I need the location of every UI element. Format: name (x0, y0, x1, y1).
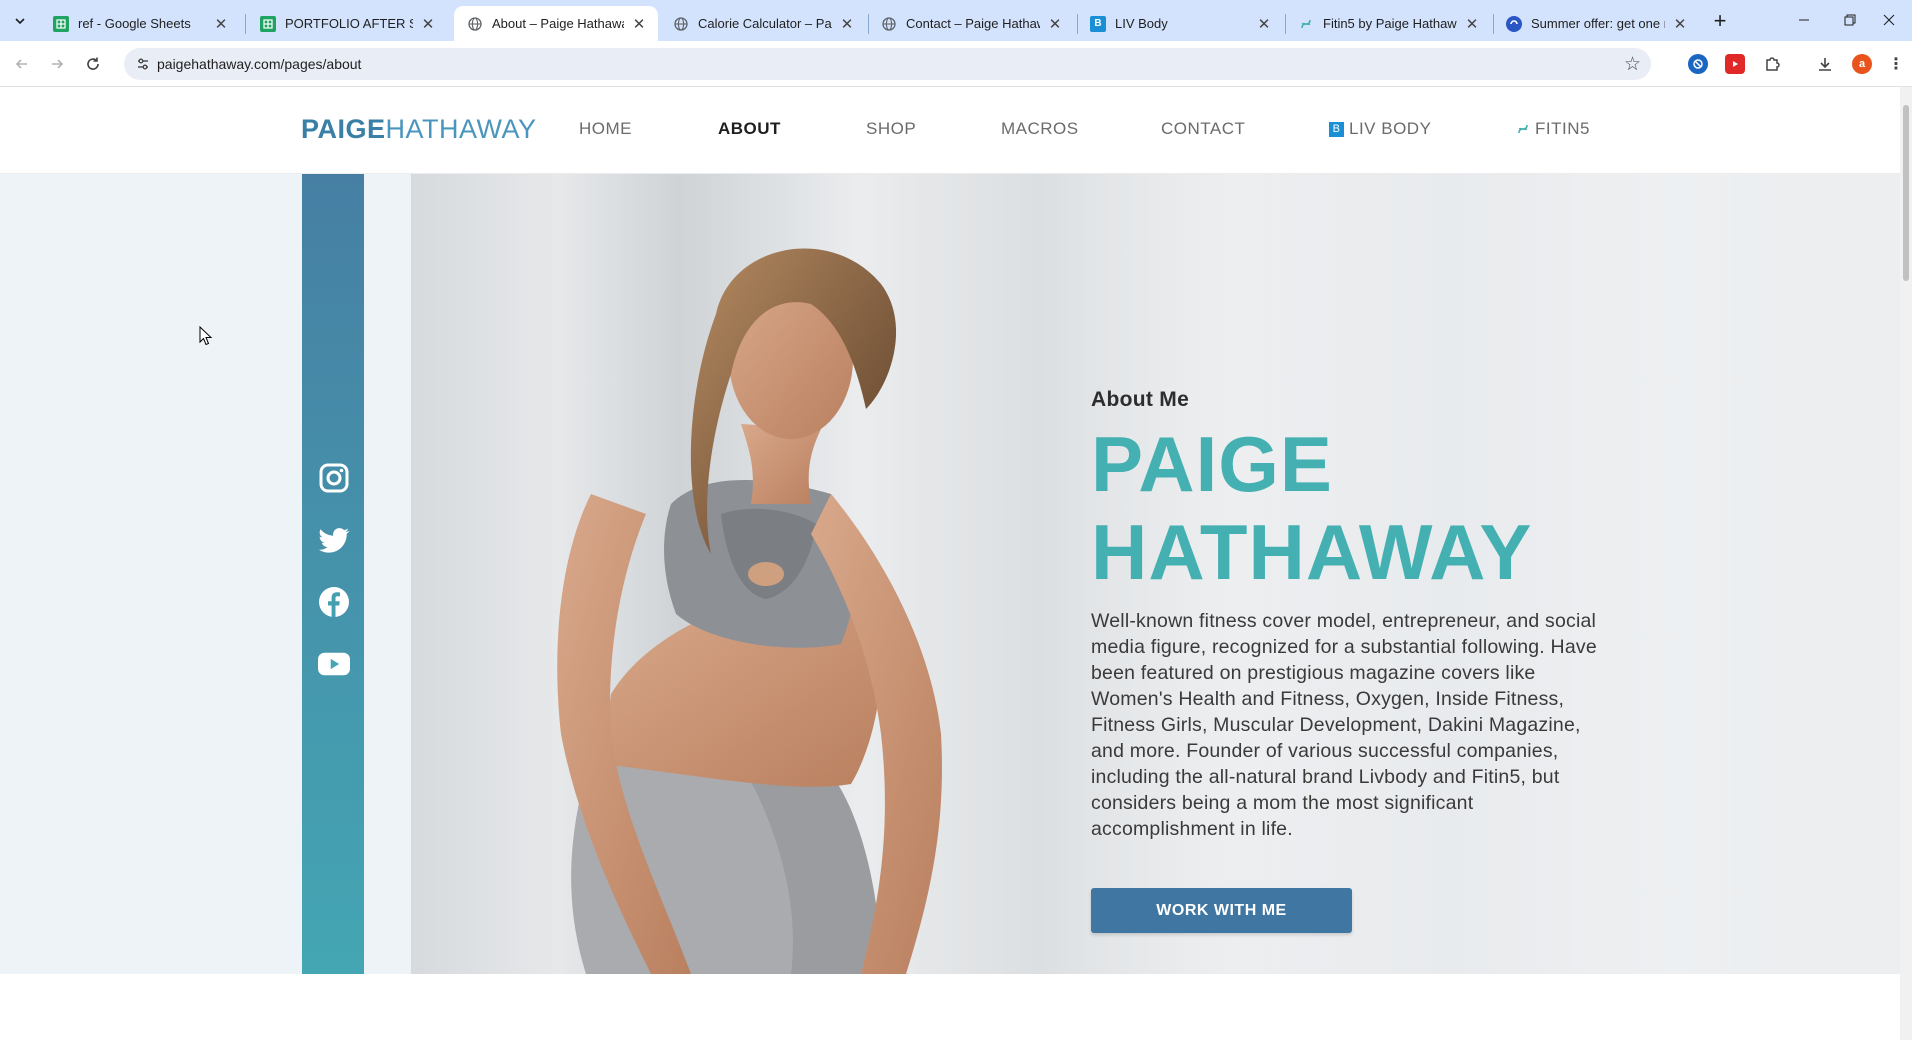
fitin5-icon (1515, 122, 1530, 137)
tab-title: ref - Google Sheets (78, 16, 191, 31)
about-kicker: About Me (1091, 388, 1190, 411)
nav-liv-body-label: LIV BODY (1349, 119, 1432, 138)
tab-title: Calorie Calculator – Paige (698, 16, 832, 31)
browser-tab-strip: ref - Google Sheets ✕ PORTFOLIO AFTER SE… (0, 0, 1912, 41)
youtube-icon[interactable] (318, 648, 350, 680)
nav-home[interactable]: HOME (579, 119, 632, 139)
nav-shop[interactable]: SHOP (866, 119, 916, 139)
puzzle-extensions-icon[interactable] (1762, 54, 1782, 74)
tab-title: Contact – Paige Hathaway (906, 16, 1040, 31)
tab-calorie-calculator[interactable]: Calorie Calculator – Paige ✕ (660, 6, 866, 41)
minimize-icon[interactable] (1781, 4, 1827, 36)
profile-avatar[interactable]: a (1852, 54, 1872, 74)
site-info-icon[interactable] (134, 55, 152, 73)
logo-bold-text: PAIGE (301, 114, 386, 144)
tab-separator (245, 14, 246, 34)
work-with-me-button[interactable]: WORK WITH ME (1091, 888, 1352, 933)
tab-title: PORTFOLIO AFTER SELLIN (285, 16, 413, 31)
logo-light-text: HATHAWAY (385, 114, 537, 144)
livbody-icon: B (1329, 121, 1344, 137)
close-tab-icon[interactable]: ✕ (419, 15, 437, 33)
download-icon[interactable] (1815, 54, 1835, 74)
close-window-icon[interactable] (1866, 4, 1912, 36)
close-tab-icon[interactable]: ✕ (1671, 15, 1689, 33)
globe-icon (673, 16, 689, 32)
livbody-icon: B (1090, 15, 1106, 32)
nav-about[interactable]: ABOUT (718, 119, 781, 139)
close-tab-icon[interactable]: ✕ (1463, 15, 1481, 33)
sheets-icon (260, 15, 276, 32)
close-tab-icon[interactable]: ✕ (630, 15, 648, 33)
address-bar[interactable]: paigehathaway.com/pages/about ☆ (124, 48, 1651, 80)
close-tab-icon[interactable]: ✕ (1046, 15, 1064, 33)
instagram-icon[interactable] (318, 462, 350, 494)
tab-title: Summer offer: get one m (1531, 16, 1665, 31)
tab-liv-body[interactable]: B LIV Body ✕ (1077, 6, 1283, 41)
reload-icon[interactable] (79, 50, 107, 78)
social-sidebar (302, 174, 364, 974)
site-logo[interactable]: PAIGEHATHAWAY (301, 114, 537, 145)
heading-line-1: PAIGE (1091, 420, 1333, 508)
facebook-icon[interactable] (318, 586, 350, 618)
tab-title: Fitin5 by Paige Hathaway (1323, 16, 1457, 31)
page-scrollbar[interactable] (1900, 87, 1912, 1040)
shield-extension-icon[interactable] (1725, 54, 1745, 74)
bookmark-star-icon[interactable]: ☆ (1624, 53, 1641, 76)
browser-toolbar: paigehathaway.com/pages/about ☆ a ⋮ (0, 41, 1912, 87)
about-bio: Well-known fitness cover model, entrepre… (1091, 610, 1597, 840)
globe-icon (467, 16, 483, 32)
tab-portfolio[interactable]: PORTFOLIO AFTER SELLIN ✕ (247, 6, 447, 41)
sheets-icon (53, 15, 69, 32)
nav-liv-body[interactable]: B LIV BODY (1329, 119, 1431, 139)
url-text: paigehathaway.com/pages/about (157, 56, 362, 72)
about-hero: About Me PAIGE HATHAWAY Well-known fitne… (0, 174, 1900, 974)
forward-arrow-icon[interactable] (43, 50, 71, 78)
close-tab-icon[interactable]: ✕ (838, 15, 856, 33)
tab-search-icon[interactable] (8, 10, 32, 32)
scrollbar-thumb[interactable] (1903, 105, 1909, 281)
tab-fitin5[interactable]: Fitin5 by Paige Hathaway ✕ (1285, 6, 1491, 41)
nav-contact[interactable]: CONTACT (1161, 119, 1245, 139)
extension-icon[interactable] (1688, 54, 1708, 74)
web-page: PAIGEHATHAWAY HOME ABOUT SHOP MACROS CON… (0, 87, 1900, 1040)
tab-ref-google-sheets[interactable]: ref - Google Sheets ✕ (40, 6, 240, 41)
twitter-icon[interactable] (318, 524, 350, 556)
tab-title: About – Paige Hathaway (492, 16, 624, 31)
tab-contact-paige-hathaway[interactable]: Contact – Paige Hathaway ✕ (868, 6, 1074, 41)
tab-title: LIV Body (1115, 16, 1168, 31)
offer-icon (1506, 15, 1522, 32)
heading-line-2: HATHAWAY (1091, 508, 1533, 596)
back-arrow-icon[interactable] (8, 50, 36, 78)
nav-macros[interactable]: MACROS (1001, 119, 1079, 139)
close-tab-icon[interactable]: ✕ (1255, 15, 1273, 33)
about-heading: PAIGE HATHAWAY (1091, 420, 1532, 596)
more-menu-icon[interactable]: ⋮ (1886, 54, 1906, 74)
fitin5-icon (1298, 16, 1314, 32)
tab-summer-offer[interactable]: Summer offer: get one m ✕ (1493, 6, 1699, 41)
nav-fitin5[interactable]: FITIN5 (1515, 119, 1590, 139)
new-tab-button[interactable]: + (1706, 8, 1734, 33)
nav-fitin5-label: FITIN5 (1535, 119, 1590, 138)
close-tab-icon[interactable]: ✕ (212, 15, 230, 33)
globe-icon (881, 16, 897, 32)
site-header: PAIGEHATHAWAY HOME ABOUT SHOP MACROS CON… (0, 87, 1900, 174)
tab-about-paige-hathaway[interactable]: About – Paige Hathaway ✕ (454, 6, 658, 41)
profile-initial: a (1858, 58, 1866, 70)
mouse-cursor-icon (199, 326, 213, 346)
